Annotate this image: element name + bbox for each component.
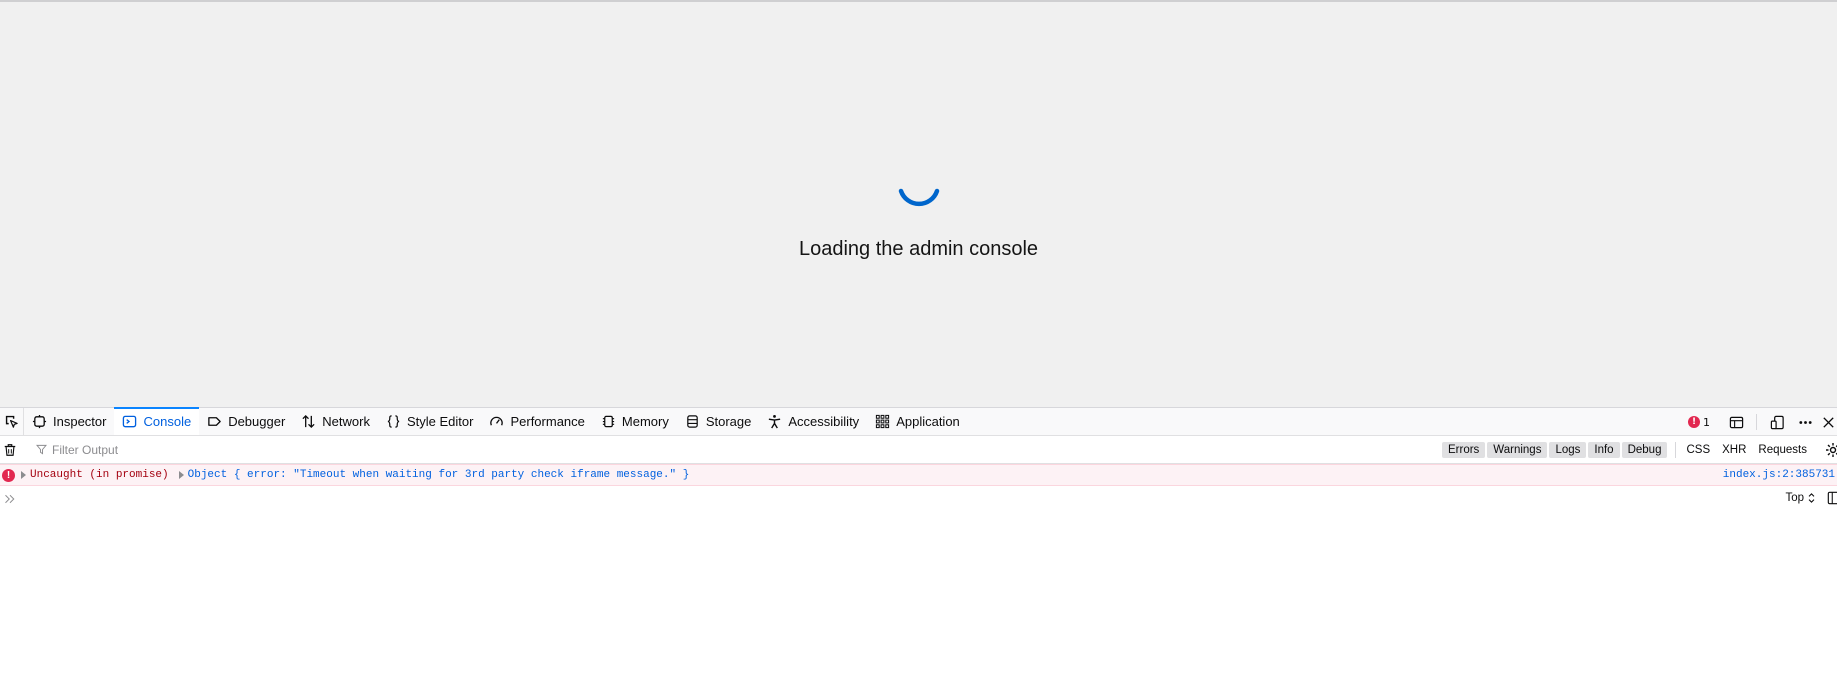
trash-icon [4,443,16,456]
element-picker-button[interactable] [0,408,24,435]
filter-info-button[interactable]: Info [1588,441,1620,458]
tab-label: Debugger [228,414,286,429]
filter-output-input[interactable] [52,442,352,457]
tab-network[interactable]: Network [293,408,378,435]
tab-label: Performance [510,414,585,429]
tab-label: Network [322,414,370,429]
split-console-button[interactable] [1722,408,1750,436]
filter-icon [36,444,47,455]
tab-style-editor[interactable]: Style Editor [378,408,481,435]
network-icon [302,414,315,429]
responsive-design-icon [1770,415,1784,429]
error-prefix: Uncaught (in promise) [30,469,169,481]
error-icon: ! [2,468,15,482]
tab-label: Console [143,414,192,429]
tab-storage[interactable]: Storage [677,408,760,435]
tab-debugger[interactable]: Debugger [199,408,293,435]
expand-arrow-icon[interactable] [21,471,26,479]
element-picker-icon [5,415,18,428]
tab-application[interactable]: Application [867,408,968,435]
close-icon [1822,416,1834,428]
tab-memory[interactable]: Memory [593,408,677,435]
error-icon: ! [1688,416,1700,428]
filter-requests-button[interactable]: Requests [1752,442,1813,458]
console-input-row: Top [0,486,1837,512]
more-options-button[interactable] [1791,408,1819,436]
style-editor-icon [387,415,400,428]
tab-label: Inspector [53,414,107,429]
tab-label: Storage [705,414,752,429]
tab-performance[interactable]: Performance [481,408,592,435]
filter-separator [1675,441,1677,458]
tab-console[interactable]: Console [114,407,200,435]
clear-console-button[interactable] [0,436,20,464]
filter-output-field[interactable] [36,442,1442,457]
tab-label: Style Editor [406,414,474,429]
loading-spinner-icon [898,188,940,207]
responsive-design-button[interactable] [1763,408,1791,436]
loading-title: Loading the admin console [798,238,1039,260]
network-filters: CSS XHR Requests [1680,442,1813,458]
console-filter-bar: Errors Warnings Logs Info Debug CSS XHR … [0,436,1837,464]
filter-debug-button[interactable]: Debug [1621,441,1668,458]
log-level-filters: Errors Warnings Logs Info Debug [1441,441,1668,458]
console-message-error: ! Uncaught (in promise) Object { error: … [0,464,1837,486]
tab-label: Application [896,414,960,429]
error-object[interactable]: Object { error: "Timeout when waiting fo… [188,469,690,481]
message-source-link[interactable]: index.js:2:385731 [1723,469,1835,481]
filter-css-button[interactable]: CSS [1680,442,1716,458]
memory-icon [602,415,615,428]
error-count: 1 [1703,415,1710,429]
object-expand-arrow-icon[interactable] [178,471,184,479]
devtools-panel: Inspector Console Debugger Network Style… [0,407,1837,699]
debugger-icon [208,417,221,426]
close-devtools-button[interactable] [1819,408,1837,436]
storage-icon [687,415,698,428]
updown-chevron-icon [1808,493,1815,503]
prompt-chevron-icon [0,486,20,512]
application-icon [876,414,890,429]
accessibility-icon [769,414,781,429]
console-input[interactable] [20,493,1837,505]
filter-errors-button[interactable]: Errors [1441,441,1486,458]
devtools-toolbar: Inspector Console Debugger Network Style… [0,407,1837,436]
tab-inspector[interactable]: Inspector [24,408,114,435]
console-settings-gear-icon[interactable] [1825,442,1837,458]
error-count-badge[interactable]: ! 1 [1688,416,1710,429]
tab-label: Accessibility [788,414,860,429]
tab-accessibility[interactable]: Accessibility [759,408,867,435]
console-icon [123,415,137,428]
more-options-icon [1798,420,1812,424]
filter-logs-button[interactable]: Logs [1549,441,1587,458]
performance-icon [490,416,504,426]
tab-label: Memory [621,414,669,429]
page-viewport: Loading the admin console [0,0,1837,407]
filter-xhr-button[interactable]: XHR [1716,442,1752,458]
inspector-icon [32,414,47,429]
toolbar-separator [1756,414,1757,430]
context-selector[interactable]: Top [1785,492,1815,504]
editor-mode-toggle-icon[interactable] [1827,491,1837,505]
split-console-icon [1729,416,1743,428]
context-selector-label: Top [1785,492,1804,504]
filter-warnings-button[interactable]: Warnings [1487,441,1548,458]
toolbar-right-controls: ! 1 [1688,408,1837,436]
